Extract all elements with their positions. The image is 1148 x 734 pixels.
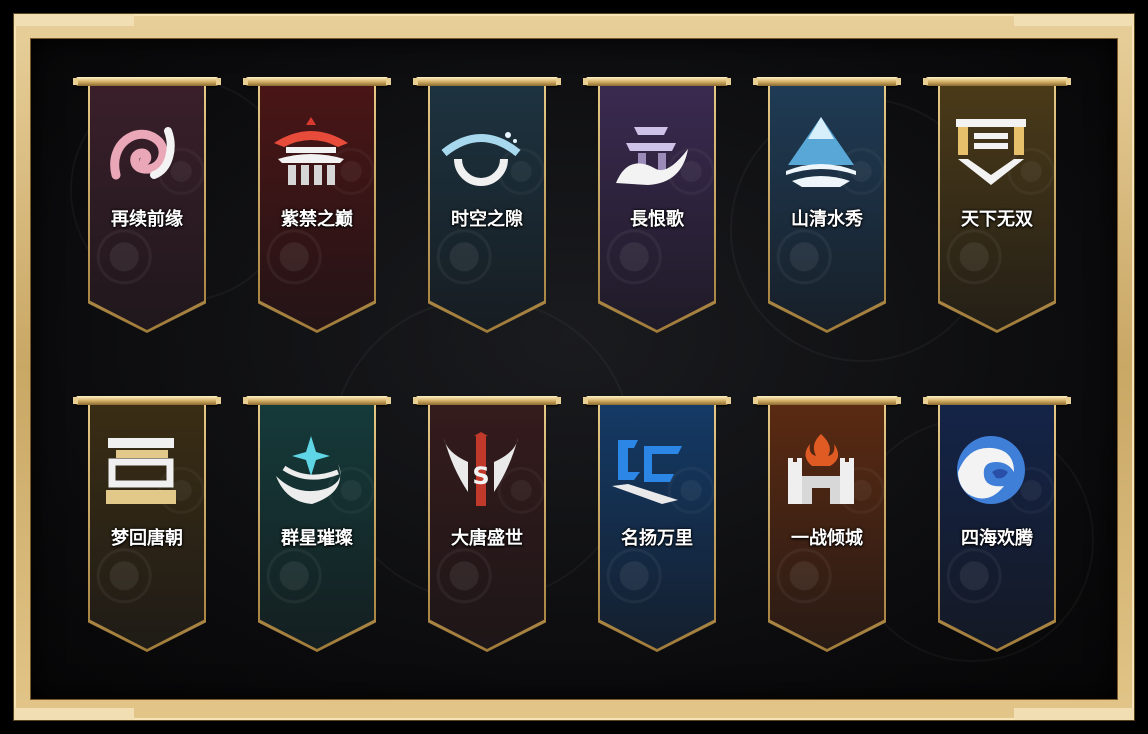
banner-rod bbox=[413, 396, 561, 405]
banner-label: 山清水秀 bbox=[791, 209, 863, 230]
banner-rod bbox=[243, 77, 391, 86]
banner-rod bbox=[583, 77, 731, 86]
swirl-emblem-icon bbox=[98, 113, 184, 193]
crest-emblem-icon bbox=[948, 113, 1034, 193]
banner-label: 梦回唐朝 bbox=[111, 528, 183, 549]
banner-rod bbox=[413, 77, 561, 86]
mountain-water-emblem-icon bbox=[778, 113, 864, 193]
banner-rod bbox=[923, 77, 1071, 86]
frame-corner-bl bbox=[14, 708, 134, 720]
fortress-flame-emblem-icon bbox=[778, 432, 864, 512]
banner-card[interactable]: 时空之隙 bbox=[413, 77, 561, 335]
banner-card[interactable]: 長恨歌 bbox=[583, 77, 731, 335]
palace-wave-emblem-icon bbox=[608, 113, 694, 193]
banner-rod bbox=[923, 396, 1071, 405]
banner-card[interactable]: 再续前缘 bbox=[73, 77, 221, 335]
banner-card[interactable]: 群星璀璨 bbox=[243, 396, 391, 654]
wave-orb-emblem-icon bbox=[948, 432, 1034, 512]
banner-label: 一战倾城 bbox=[791, 528, 863, 549]
frame-corner-br bbox=[1014, 708, 1134, 720]
banner-card[interactable]: 紫禁之巅 bbox=[243, 77, 391, 335]
pagoda-emblem-icon bbox=[268, 113, 354, 193]
banner-rod bbox=[73, 396, 221, 405]
banner-label: 群星璀璨 bbox=[281, 528, 353, 549]
banner-label: 長恨歌 bbox=[630, 209, 684, 230]
banner-label: 四海欢腾 bbox=[961, 528, 1033, 549]
banner-card[interactable]: 梦回唐朝 bbox=[73, 396, 221, 654]
sword-emblem-icon: S bbox=[438, 432, 524, 512]
banner-rod bbox=[753, 77, 901, 86]
banner-card[interactable]: 山清水秀 bbox=[753, 77, 901, 335]
frame-corner-tr bbox=[1014, 14, 1134, 26]
banner-rod bbox=[753, 396, 901, 405]
blue-glyph-emblem-icon bbox=[608, 432, 694, 512]
banner-card[interactable]: 天下无双 bbox=[923, 77, 1071, 335]
banner-label: 天下无双 bbox=[961, 209, 1033, 230]
banner-card[interactable]: S 大唐盛世 bbox=[413, 396, 561, 654]
ring-portal-emblem-icon bbox=[438, 113, 524, 193]
banner-label: 名扬万里 bbox=[621, 528, 693, 549]
banner-label: 大唐盛世 bbox=[451, 528, 523, 549]
banner-label: 时空之隙 bbox=[451, 209, 523, 230]
banner-card[interactable]: 名扬万里 bbox=[583, 396, 731, 654]
banner-card[interactable]: 一战倾城 bbox=[753, 396, 901, 654]
banner-card[interactable]: 四海欢腾 bbox=[923, 396, 1071, 654]
banner-rod bbox=[583, 396, 731, 405]
frame-corner-tl bbox=[14, 14, 134, 26]
tang-glyph-emblem-icon bbox=[98, 432, 184, 512]
star-swirl-emblem-icon bbox=[268, 432, 354, 512]
svg-text:S: S bbox=[472, 462, 489, 490]
banner-rod bbox=[73, 77, 221, 86]
banner-rod bbox=[243, 396, 391, 405]
banner-label: 再续前缘 bbox=[111, 209, 183, 230]
banner-label: 紫禁之巅 bbox=[281, 209, 353, 230]
